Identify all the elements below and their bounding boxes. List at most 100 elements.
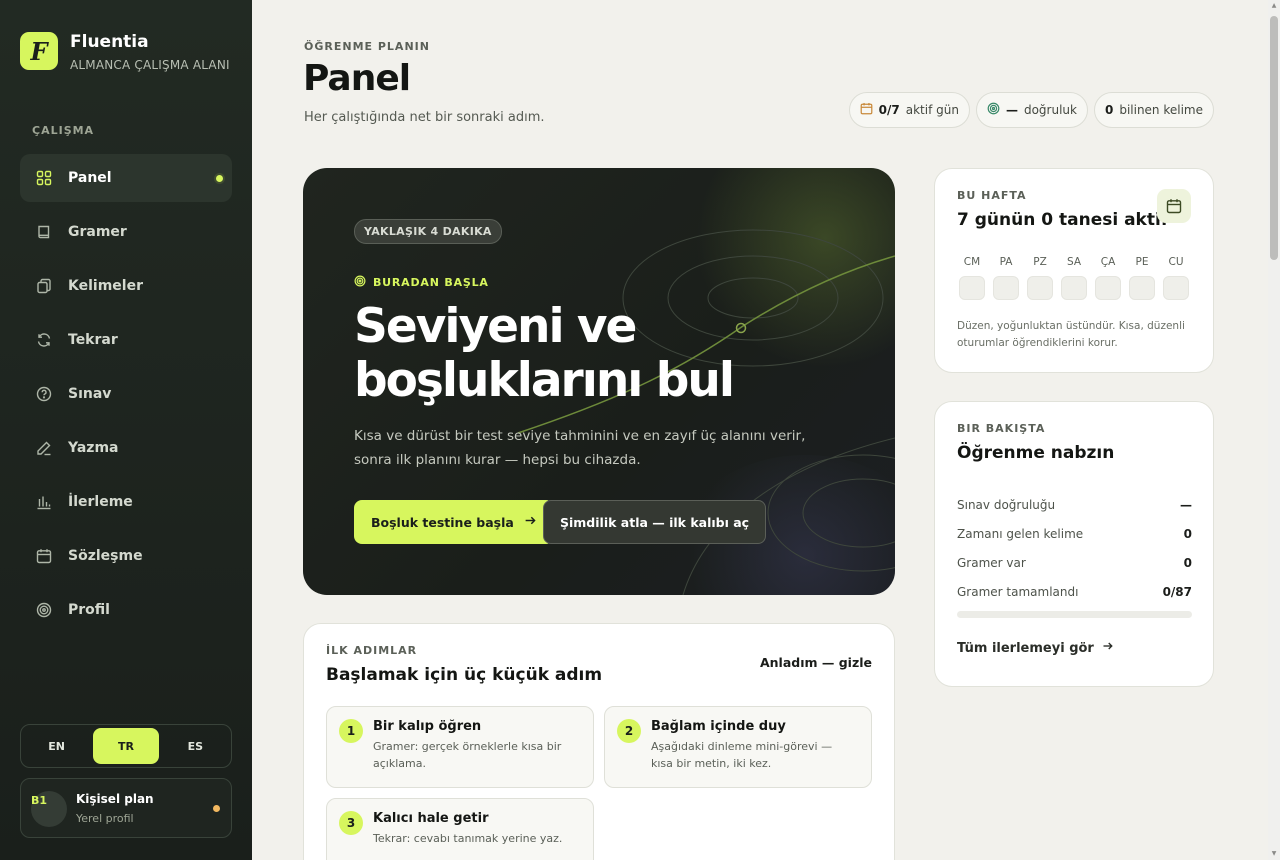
sidebar-item-label: Sözleşme [68,548,143,564]
skip-open-first-pattern-button[interactable]: Şimdilik atla — ilk kalıbı aç [543,500,767,544]
sidebar-item-gramer[interactable]: Gramer [20,208,232,256]
hero-title: Seviyeni ve boşluklarını bul [354,300,794,408]
stat-row: Sınav doğruluğu — [957,490,1192,519]
hero-description: Kısa ve dürüst bir test seviye tahminini… [354,428,806,468]
step-title: Bağlam içinde duy [651,719,786,734]
day-box [1129,276,1155,300]
step-description: Tekrar: cevabı tanımak yerine yaz. [373,832,563,845]
day-cell: PE [1129,256,1155,300]
stat-row: Zamanı gelen kelime 0 [957,519,1192,548]
scroll-up-icon[interactable]: ▲ [1270,2,1278,10]
target-icon [987,102,1000,118]
hero-kicker-label: BURADAN BAŞLA [373,276,489,289]
pen-icon [36,440,52,456]
sidebar-item-yazma[interactable]: Yazma [20,424,232,472]
sidebar-item-tekrar[interactable]: Tekrar [20,316,232,364]
step-number: 3 [339,811,363,835]
active-indicator-dot [216,175,223,182]
step-item[interactable]: 2 Bağlam içinde duy Aşağıdaki dinleme mi… [604,706,872,788]
scrollbar-thumb[interactable] [1270,16,1278,260]
stat-row: Gramer var 0 [957,548,1192,577]
day-cell: CM [959,256,985,300]
stat-value: — [1180,497,1192,512]
sidebar-item-label: Sınav [68,386,112,402]
calendar-icon [1157,189,1191,223]
sidebar-item-sinav[interactable]: Sınav [20,370,232,418]
step-item[interactable]: 1 Bir kalıp öğren Gramer: gerçek örnekle… [326,706,594,788]
stat-value: 0 [1183,555,1192,570]
stat-label: Zamanı gelen kelime [957,526,1084,541]
day-label: CU [1168,256,1184,268]
arrow-right-icon [1102,640,1114,656]
dismiss-steps-button[interactable]: Anladım — gizle [760,655,872,670]
chip-value: 0 [1104,103,1114,117]
sidebar-item-panel[interactable]: Panel [20,154,232,202]
day-cell: PZ [1027,256,1053,300]
this-week-card: BU HAFTA 7 günün 0 tanesi aktif CM PA PZ… [934,168,1214,373]
calendar-icon [36,548,52,564]
day-label: CM [963,256,981,268]
day-box [1163,276,1189,300]
help-circle-icon [36,386,52,402]
accuracy-chip[interactable]: — doğruluk [975,92,1088,128]
profile-card[interactable]: B1 Kişisel plan Yerel profil [20,778,232,838]
day-cell: CU [1163,256,1189,300]
stat-label: Gramer var [957,555,1026,570]
language-switcher: EN TR ES [20,724,232,768]
active-days-chip[interactable]: 0/7 aktif gün [848,92,970,128]
chip-label: aktif gün [905,103,959,117]
brand-logo: F [20,32,58,70]
page-title: Panel [303,58,411,99]
day-cell: PA [993,256,1019,300]
sidebar-item-profil[interactable]: Profil [20,586,232,634]
cards-icon [36,278,52,294]
sidebar-item-label: Panel [68,170,112,186]
card-title: 7 günün 0 tanesi aktif [957,210,1169,230]
day-box [1061,276,1087,300]
page-scrollbar[interactable]: ▲ ▼ [1268,0,1280,860]
step-description: Gramer: gerçek örneklerle kısa bir açıkl… [373,740,562,770]
card-eyebrow: BU HAFTA [957,189,1027,202]
start-gap-test-button[interactable]: Boşluk testine başla [354,500,554,544]
target-icon [354,275,366,290]
week-note: Düzen, yoğunluktan üstündür. Kısa, düzen… [957,320,1185,349]
bar-chart-icon [36,494,52,510]
language-en-button[interactable]: EN [24,728,89,764]
hero-title-line: Seviyeni ve [354,299,637,354]
arrow-right-icon [524,514,537,530]
language-es-button[interactable]: ES [163,728,228,764]
profile-name: Kişisel plan [76,792,154,806]
sidebar-item-kelimeler[interactable]: Kelimeler [20,262,232,310]
step-title: Kalıcı hale getir [373,811,489,826]
brand-name: Fluentia [70,32,149,52]
language-tr-button[interactable]: TR [93,728,159,764]
day-label: PZ [1033,256,1047,268]
stat-value: 0/87 [1162,584,1192,599]
week-days: CM PA PZ SA ÇA PE CU [959,256,1189,300]
day-label: SA [1066,256,1082,268]
brand[interactable]: F Fluentia ALMANCA ÇALIŞMA ALANI [20,32,230,72]
duration-badge: YAKLAŞIK 4 DAKIKA [354,219,502,244]
scroll-down-icon[interactable]: ▼ [1270,850,1278,858]
status-dot [213,805,220,812]
stat-list: Sınav doğruluğu — Zamanı gelen kelime 0 Gr… [957,490,1192,606]
grammar-progress-bar [957,611,1192,618]
step-number: 1 [339,719,363,743]
button-label: Boşluk testine başla [371,514,514,530]
hero-card: YAKLAŞIK 4 DAKIKA BURADAN BAŞLA Seviyeni… [303,168,895,595]
level-badge: B1 [31,794,48,807]
day-label: ÇA [1100,256,1116,268]
view-all-progress-link[interactable]: Tüm ilerlemeyi gör [957,640,1114,656]
refresh-icon [36,332,52,348]
step-item[interactable]: 3 Kalıcı hale getir Tekrar: cevabı tanım… [326,798,594,860]
stat-value: 0 [1183,526,1192,541]
stat-row: Gramer tamamlandı 0/87 [957,577,1192,606]
stat-chips: 0/7 aktif gün — doğruluk 0 bilinen kelim… [848,92,1214,128]
sidebar-item-sozlesme[interactable]: Sözleşme [20,532,232,580]
sidebar-item-ilerleme[interactable]: İlerleme [20,478,232,526]
sidebar-item-label: Profil [68,602,110,618]
first-steps-card: İLK ADIMLAR Başlamak için üç küçük adım … [303,623,895,860]
brand-subtitle: ALMANCA ÇALIŞMA ALANI [70,58,230,72]
day-label: PE [1135,256,1149,268]
known-words-chip[interactable]: 0 bilinen kelime [1093,92,1214,128]
